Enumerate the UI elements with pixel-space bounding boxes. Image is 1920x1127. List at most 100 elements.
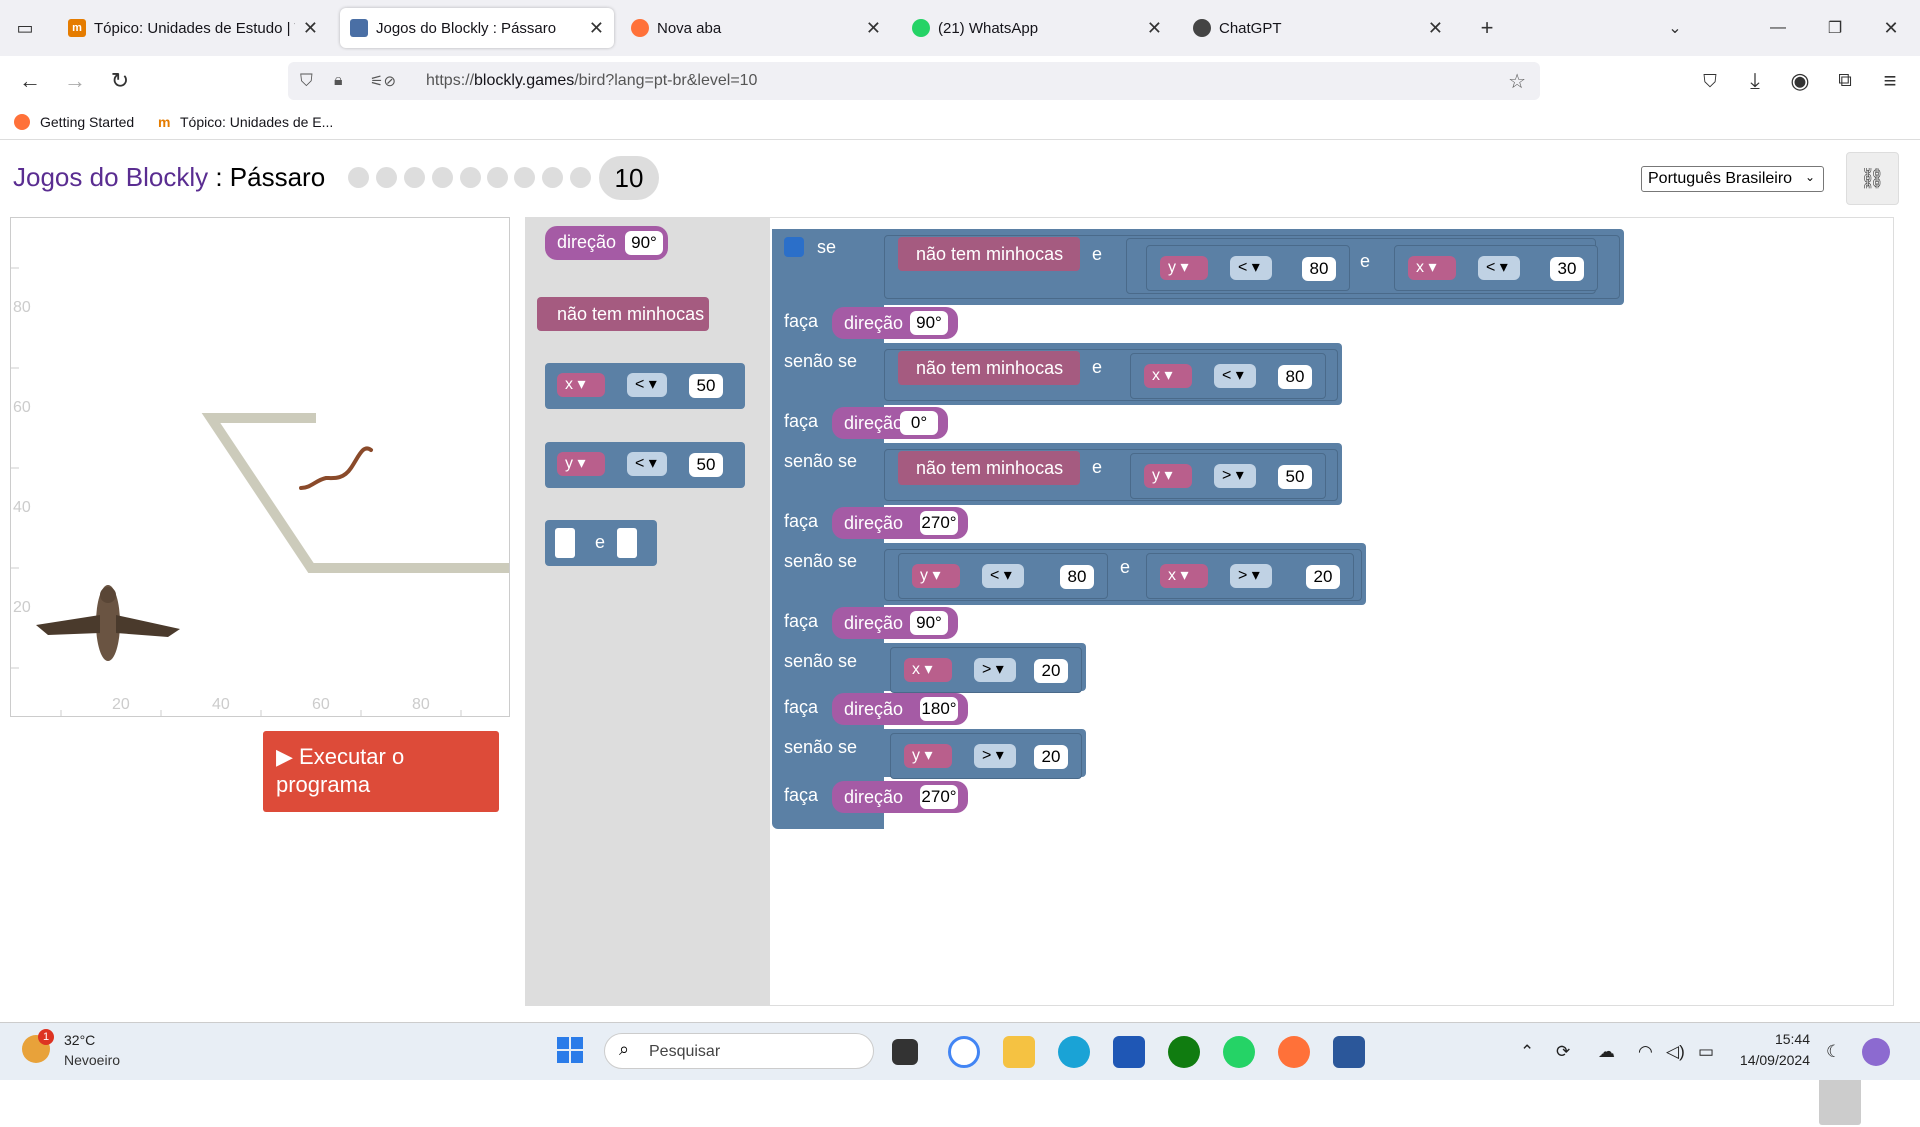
reload-icon[interactable]: ↻ <box>107 68 133 94</box>
onedrive-icon[interactable]: ☁ <box>1598 1042 1615 1062</box>
close-tab-icon[interactable]: ✕ <box>1147 18 1162 39</box>
brand-link[interactable]: Jogos do Blockly <box>13 162 208 192</box>
firefox-icon[interactable] <box>1278 1036 1310 1068</box>
windows-start-icon[interactable] <box>557 1037 583 1063</box>
tab-unidades[interactable]: m Tópico: Unidades de Estudo | Ta ✕ <box>58 8 328 48</box>
variable-dropdown[interactable]: x ▾ <box>1144 364 1192 388</box>
clock-time[interactable]: 15:44 <box>1740 1031 1810 1047</box>
variable-dropdown[interactable]: x ▾ <box>1160 564 1208 588</box>
number-field[interactable]: 80 <box>1302 257 1336 281</box>
var-y-dropdown[interactable]: y ▾ <box>557 452 605 476</box>
tab-overflow-icon[interactable]: ⌄ <box>1662 15 1688 41</box>
close-tab-icon[interactable]: ✕ <box>589 18 604 39</box>
language-select[interactable]: Português Brasileiro ⌄ <box>1641 166 1824 192</box>
url-text[interactable]: https://blockly.games/bird?lang=pt-br&le… <box>426 72 757 90</box>
toolbox-x-compare-block[interactable]: x ▾ < ▾ 50 <box>545 363 745 409</box>
toolbox-y-compare-block[interactable]: y ▾ < ▾ 50 <box>545 442 745 488</box>
level-dot[interactable] <box>432 167 453 188</box>
close-tab-icon[interactable]: ✕ <box>866 18 881 39</box>
level-dot[interactable] <box>404 167 425 188</box>
number-field[interactable]: 20 <box>1034 745 1068 769</box>
word-icon[interactable] <box>1333 1036 1365 1068</box>
close-tab-icon[interactable]: ✕ <box>303 18 318 39</box>
operator-dropdown[interactable]: > ▾ <box>1214 464 1256 488</box>
xbox-icon[interactable] <box>1168 1036 1200 1068</box>
minimize-icon[interactable]: — <box>1765 15 1791 41</box>
back-icon[interactable]: ← <box>17 68 43 94</box>
operator-dropdown[interactable]: > ▾ <box>974 744 1016 768</box>
level-dot[interactable] <box>348 167 369 188</box>
number-field[interactable]: 30 <box>1550 257 1584 281</box>
restore-icon[interactable]: ❐ <box>1822 15 1848 41</box>
pocket-icon[interactable]: ⛉ <box>1697 68 1723 94</box>
level-dot[interactable] <box>514 167 535 188</box>
bookmark-unidades[interactable]: Tópico: Unidades de E... <box>180 114 333 130</box>
var-x-dropdown[interactable]: x ▾ <box>557 373 605 397</box>
link-button[interactable]: ⛓ <box>1846 152 1899 205</box>
level-dot[interactable] <box>542 167 563 188</box>
number-field[interactable]: 0° <box>900 411 938 435</box>
task-view-icon[interactable] <box>892 1039 918 1065</box>
toolbox-no-worms-block[interactable]: não tem minhocas <box>537 297 709 331</box>
store-icon[interactable] <box>1113 1036 1145 1068</box>
operator-dropdown[interactable]: > ▾ <box>974 658 1016 682</box>
level-dot[interactable] <box>460 167 481 188</box>
battery-icon[interactable]: ▭ <box>1698 1042 1714 1062</box>
level-dot[interactable] <box>487 167 508 188</box>
number-field[interactable]: 270° <box>920 785 958 809</box>
notification-icon[interactable]: ☾ <box>1826 1042 1841 1062</box>
forward-icon[interactable]: → <box>62 68 88 94</box>
number-field[interactable]: 90° <box>910 311 948 335</box>
variable-dropdown[interactable]: x ▾ <box>1408 256 1456 280</box>
tab-list-icon[interactable]: ▭ <box>12 15 38 41</box>
google-icon[interactable] <box>948 1036 980 1068</box>
account-icon[interactable]: ◉ <box>1787 68 1813 94</box>
tab-chatgpt[interactable]: ChatGPT ✕ <box>1183 8 1453 48</box>
window-close-icon[interactable]: ✕ <box>1878 15 1904 41</box>
file-explorer-icon[interactable] <box>1003 1036 1035 1068</box>
menu-icon[interactable]: ≡ <box>1877 68 1903 94</box>
number-field[interactable]: 50 <box>689 453 723 477</box>
clock-date[interactable]: 14/09/2024 <box>1730 1052 1810 1068</box>
level-dot[interactable] <box>376 167 397 188</box>
variable-dropdown[interactable]: y ▾ <box>904 744 952 768</box>
new-tab-icon[interactable]: + <box>1474 15 1500 41</box>
wifi-icon[interactable]: ◠ <box>1638 1042 1653 1062</box>
level-dot[interactable] <box>570 167 591 188</box>
op-dropdown[interactable]: < ▾ <box>627 452 667 476</box>
variable-dropdown[interactable]: y ▾ <box>1160 256 1208 280</box>
toolbox-and-block[interactable]: e <box>545 520 657 566</box>
number-field[interactable]: 270° <box>920 511 958 535</box>
tab-blockly[interactable]: Jogos do Blockly : Pássaro ✕ <box>340 8 614 48</box>
address-bar[interactable]: ⛉ 🔒︎ ⚟⊘ https://blockly.games/bird?lang=… <box>288 62 1540 100</box>
number-field[interactable]: 20 <box>1306 565 1340 589</box>
tab-nova-aba[interactable]: Nova aba ✕ <box>621 8 891 48</box>
bookmark-getting-started[interactable]: Getting Started <box>40 114 134 130</box>
gear-icon[interactable] <box>784 237 804 257</box>
operator-dropdown[interactable]: < ▾ <box>1478 256 1520 280</box>
toolbox-heading-block[interactable]: direção 90° <box>545 226 668 260</box>
shield-icon[interactable]: ⛉ <box>300 71 313 91</box>
run-program-button[interactable]: ▶ Executar o programa <box>263 731 499 812</box>
tray-chevron-icon[interactable]: ⌃ <box>1520 1042 1534 1062</box>
close-tab-icon[interactable]: ✕ <box>1428 18 1443 39</box>
operator-dropdown[interactable]: < ▾ <box>1230 256 1272 280</box>
sync-icon[interactable]: ⟳ <box>1556 1042 1570 1062</box>
extensions-icon[interactable]: ⧉ <box>1832 68 1858 94</box>
operator-dropdown[interactable]: < ▾ <box>1214 364 1256 388</box>
number-field[interactable]: 80 <box>1278 365 1312 389</box>
bookmark-star-icon[interactable]: ☆ <box>1508 69 1526 94</box>
number-field[interactable]: 50 <box>1278 465 1312 489</box>
operator-dropdown[interactable]: > ▾ <box>1230 564 1272 588</box>
whatsapp-icon[interactable] <box>1223 1036 1255 1068</box>
permissions-icon[interactable]: ⚟⊘ <box>370 72 396 90</box>
number-field[interactable]: 90° <box>910 611 948 635</box>
number-field[interactable]: 180° <box>920 697 958 721</box>
number-field[interactable]: 50 <box>689 374 723 398</box>
lock-icon[interactable]: 🔒︎ <box>334 72 343 90</box>
edge-icon[interactable] <box>1058 1036 1090 1068</box>
op-dropdown[interactable]: < ▾ <box>627 373 667 397</box>
number-field[interactable]: 20 <box>1034 659 1068 683</box>
volume-icon[interactable]: ◁) <box>1666 1042 1685 1062</box>
variable-dropdown[interactable]: x ▾ <box>904 658 952 682</box>
